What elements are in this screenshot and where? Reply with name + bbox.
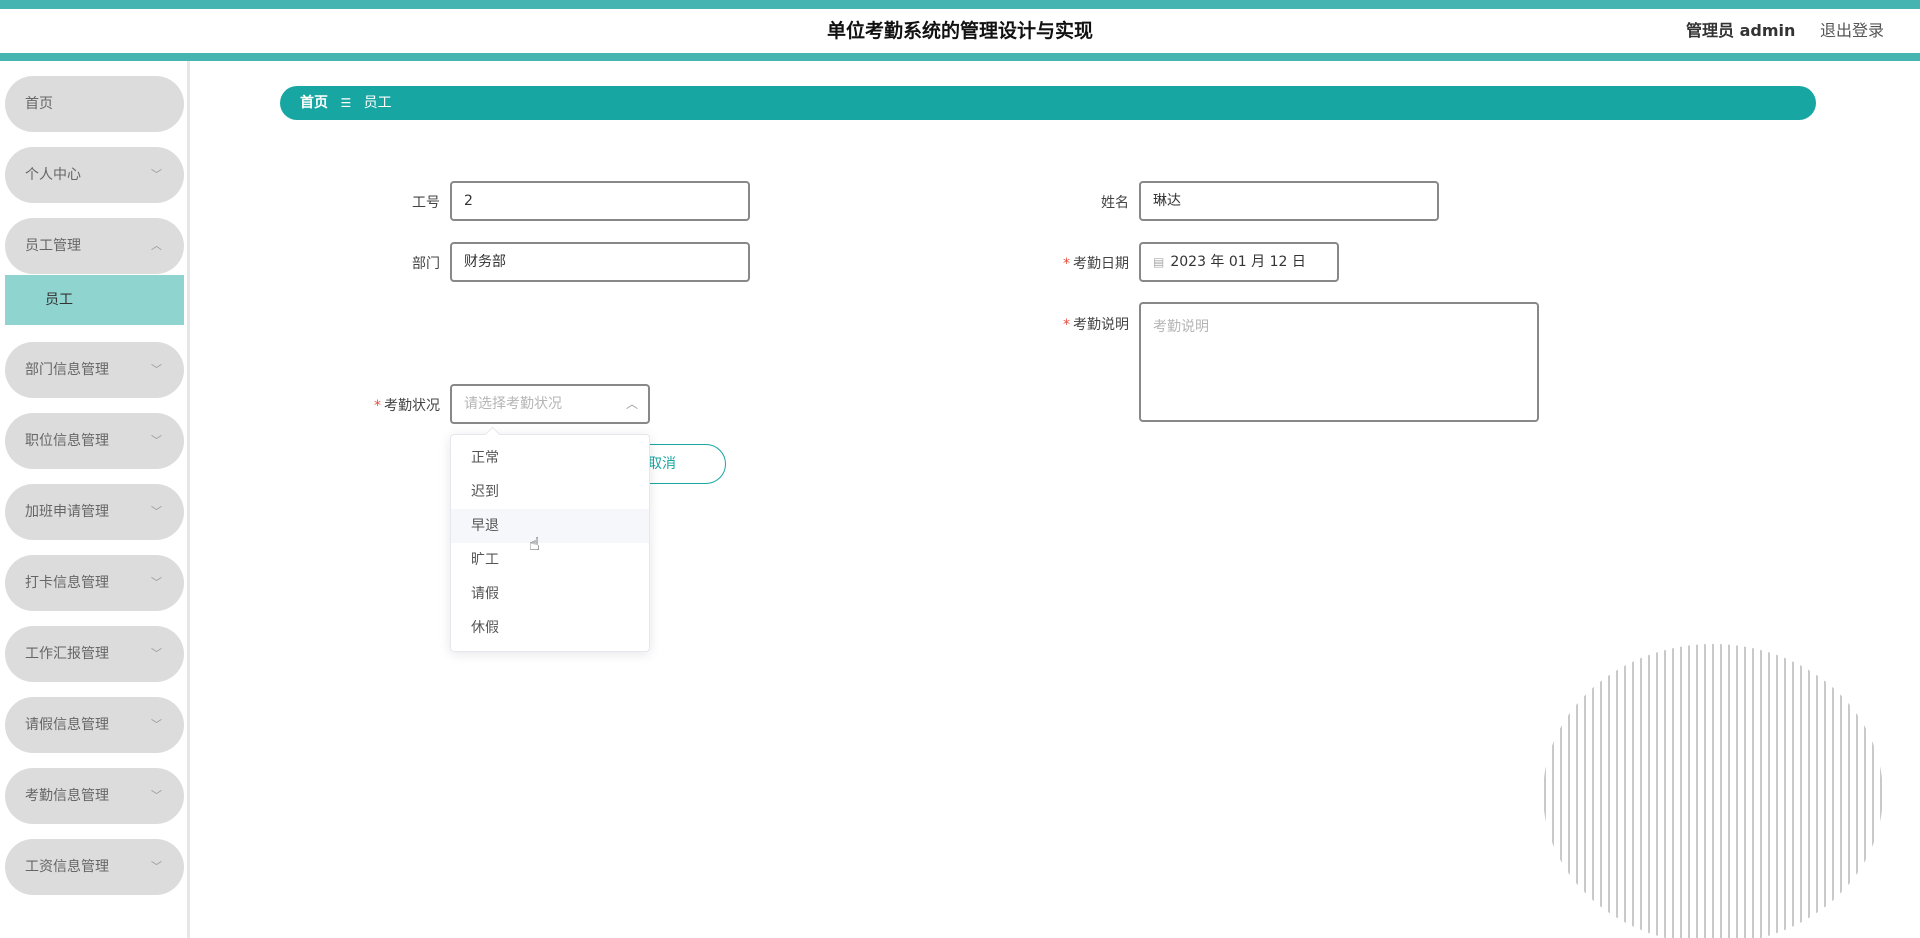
required-mark: * bbox=[1063, 256, 1070, 272]
status-option-normal[interactable]: 正常 bbox=[451, 441, 649, 475]
sidebar-item-label: 个人中心 bbox=[25, 167, 81, 183]
status-label: * 考勤状况 bbox=[320, 395, 440, 415]
app-title: 单位考勤系统的管理设计与实现 bbox=[826, 20, 1093, 42]
sidebar-item-label: 员工管理 bbox=[25, 238, 81, 254]
status-option-leave[interactable]: 请假 bbox=[451, 577, 649, 611]
chevron-down-icon: ﹀ bbox=[151, 168, 162, 181]
status-label-text: 考勤状况 bbox=[384, 398, 440, 414]
chevron-down-icon: ﹀ bbox=[151, 576, 162, 589]
date-label-text: 考勤日期 bbox=[1073, 256, 1129, 272]
sidebar-item-label: 加班申请管理 bbox=[25, 504, 109, 520]
sidebar-item-work-report[interactable]: 工作汇报管理 ﹀ bbox=[5, 626, 184, 682]
sidebar: 首页 个人中心 ﹀ 员工管理 ︿ 员工 部门信息管理 ﹀ 职位信息管理 ﹀ 加班… bbox=[0, 61, 190, 938]
sidebar-item-label: 首页 bbox=[25, 96, 53, 112]
dept-label: 部门 bbox=[412, 256, 440, 272]
logout-link[interactable]: 退出登录 bbox=[1820, 9, 1884, 53]
calendar-icon: ▤ bbox=[1153, 255, 1165, 269]
status-select[interactable]: 请选择考勤状况 ︿ bbox=[450, 384, 650, 424]
desc-textarea[interactable]: 考勤说明 bbox=[1139, 302, 1539, 422]
sidebar-item-label: 考勤信息管理 bbox=[25, 788, 109, 804]
status-option-early-leave[interactable]: 早退 bbox=[451, 509, 649, 543]
chevron-down-icon: ﹀ bbox=[151, 647, 162, 660]
chevron-down-icon: ﹀ bbox=[151, 718, 162, 731]
name-label: 姓名 bbox=[1101, 195, 1129, 211]
required-mark: * bbox=[1063, 317, 1070, 333]
status-option-vacation[interactable]: 休假 bbox=[451, 611, 649, 645]
desc-label: * 考勤说明 bbox=[1009, 314, 1129, 334]
date-value: 2023 年 01 月 12 日 bbox=[1170, 254, 1306, 270]
sidebar-item-label: 请假信息管理 bbox=[25, 717, 109, 733]
sidebar-item-leave[interactable]: 请假信息管理 ﹀ bbox=[5, 697, 184, 753]
sidebar-item-overtime[interactable]: 加班申请管理 ﹀ bbox=[5, 484, 184, 540]
desc-placeholder: 考勤说明 bbox=[1153, 319, 1209, 335]
desc-label-text: 考勤说明 bbox=[1073, 317, 1129, 333]
hand-cursor-icon: ☝ bbox=[529, 534, 540, 555]
chevron-down-icon: ﹀ bbox=[151, 860, 162, 873]
sidebar-item-employee-mgmt[interactable]: 员工管理 ︿ bbox=[5, 218, 184, 274]
sidebar-item-dept[interactable]: 部门信息管理 ﹀ bbox=[5, 342, 184, 398]
chevron-down-icon: ﹀ bbox=[151, 434, 162, 447]
required-mark: * bbox=[374, 398, 381, 414]
breadcrumb-separator-icon: ☰ bbox=[340, 96, 352, 110]
header-accent-line bbox=[0, 53, 1920, 61]
chevron-down-icon: ﹀ bbox=[151, 789, 162, 802]
decorative-stripes bbox=[1544, 644, 1882, 938]
emp-no-field[interactable]: 2 bbox=[450, 181, 750, 221]
breadcrumb: 首页 ☰ 员工 bbox=[280, 86, 1816, 120]
sidebar-item-home[interactable]: 首页 bbox=[5, 76, 184, 132]
breadcrumb-current: 员工 bbox=[363, 95, 392, 111]
status-option-late[interactable]: 迟到 bbox=[451, 475, 649, 509]
dept-field[interactable]: 财务部 bbox=[450, 242, 750, 282]
admin-label: 管理员 admin bbox=[1686, 21, 1796, 40]
sidebar-item-label: 部门信息管理 bbox=[25, 362, 109, 378]
sidebar-item-position[interactable]: 职位信息管理 ﹀ bbox=[5, 413, 184, 469]
sidebar-item-profile[interactable]: 个人中心 ﹀ bbox=[5, 147, 184, 203]
sidebar-item-attendance[interactable]: 考勤信息管理 ﹀ bbox=[5, 768, 184, 824]
chevron-up-icon: ︿ bbox=[625, 397, 638, 411]
breadcrumb-home[interactable]: 首页 bbox=[300, 95, 328, 111]
date-label: * 考勤日期 bbox=[1009, 253, 1129, 273]
status-dropdown: 正常 迟到 早退 旷工 请假 休假 bbox=[450, 434, 650, 652]
name-field[interactable]: 琳达 bbox=[1139, 181, 1439, 221]
emp-no-label: 工号 bbox=[412, 195, 440, 211]
sidebar-subitem-employee[interactable]: 员工 bbox=[5, 275, 184, 325]
status-placeholder: 请选择考勤状况 bbox=[464, 396, 562, 412]
sidebar-item-clock-in[interactable]: 打卡信息管理 ﹀ bbox=[5, 555, 184, 611]
chevron-down-icon: ﹀ bbox=[151, 363, 162, 376]
status-option-absent[interactable]: 旷工 bbox=[451, 543, 649, 577]
sidebar-item-label: 职位信息管理 bbox=[25, 433, 109, 449]
date-picker[interactable]: ▤ 2023 年 01 月 12 日 bbox=[1139, 242, 1339, 282]
top-accent-bar bbox=[0, 0, 1920, 9]
sidebar-item-label: 打卡信息管理 bbox=[25, 575, 109, 591]
sidebar-item-label: 工作汇报管理 bbox=[25, 646, 109, 662]
sidebar-item-salary[interactable]: 工资信息管理 ﹀ bbox=[5, 839, 184, 895]
chevron-up-icon: ︿ bbox=[151, 239, 162, 252]
sidebar-item-label: 工资信息管理 bbox=[25, 859, 109, 875]
chevron-down-icon: ﹀ bbox=[151, 505, 162, 518]
